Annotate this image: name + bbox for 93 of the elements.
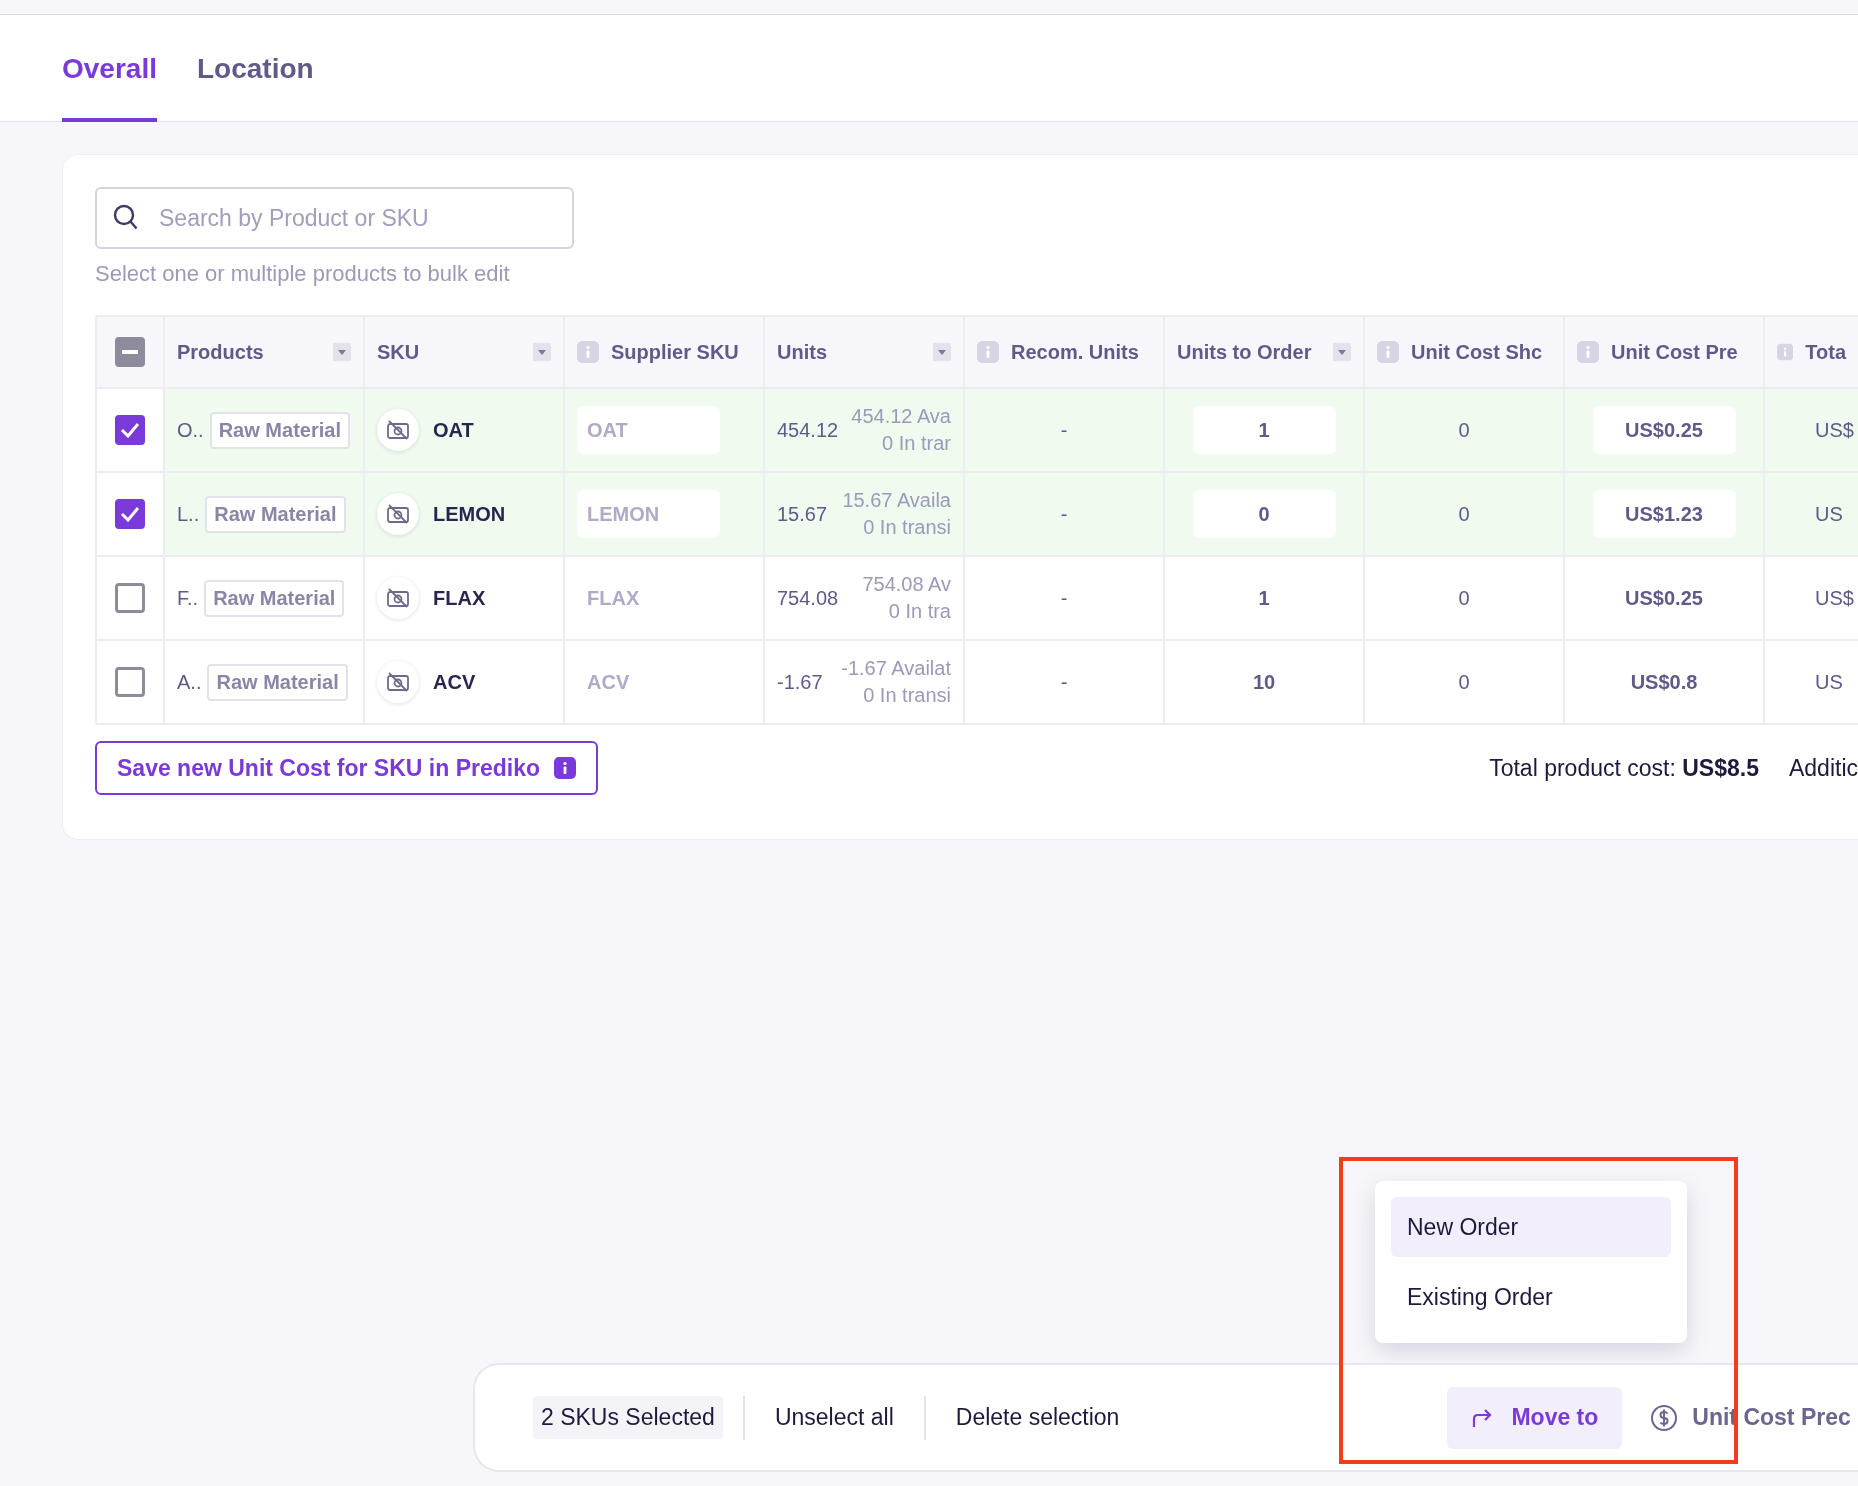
row-checkbox[interactable]: [115, 583, 145, 613]
product-name: O..: [177, 418, 204, 442]
units-value: 754.08: [777, 586, 839, 610]
unit-cost: 0: [1458, 586, 1470, 610]
unit-cost-price: US$0.25: [1625, 586, 1703, 610]
check-icon: [120, 422, 140, 438]
sort-caret-icon: [933, 343, 951, 361]
available-units: 454.12 Ava: [851, 404, 951, 429]
info-icon: [1577, 341, 1599, 363]
recommended-units: -: [1060, 502, 1068, 526]
category-tag: Raw Material: [204, 579, 345, 617]
selection-count: 2 SKUs Selected: [533, 1396, 723, 1439]
units-to-order-field[interactable]: 1: [1192, 406, 1336, 454]
sort-caret-icon: [1333, 343, 1351, 361]
column-header[interactable]: Units: [777, 340, 921, 364]
in-transit-units: 0 In transi: [863, 515, 951, 540]
info-icon: [1377, 341, 1399, 363]
sku-code: OAT: [433, 418, 474, 442]
category-tag: Raw Material: [207, 663, 348, 701]
units-to-order-field[interactable]: 0: [1192, 490, 1336, 538]
sku-code: FLAX: [433, 586, 486, 610]
info-icon: [577, 341, 599, 363]
product-name: A..: [177, 670, 202, 694]
column-header[interactable]: Products: [177, 340, 321, 364]
unit-cost-price-field[interactable]: US$0.25: [1592, 406, 1736, 454]
category-tag: Raw Material: [209, 411, 350, 449]
available-units: 15.67 Availa: [842, 488, 951, 513]
recommended-units: -: [1060, 670, 1068, 694]
info-icon: [977, 341, 999, 363]
supplier-sku: FLAX: [586, 586, 640, 610]
total-cost: US$: [1815, 586, 1854, 610]
row-checkbox[interactable]: [115, 667, 145, 697]
no-image-icon: [377, 409, 419, 451]
column-header[interactable]: Supplier SKU: [611, 340, 751, 364]
additional-cost-label: Additic: [1788, 754, 1858, 782]
units-to-order: 10: [1252, 670, 1276, 694]
total-product-cost: Total product cost: US$8.5: [1489, 754, 1759, 782]
available-units: -1.67 Availat: [841, 656, 951, 681]
units-value: 454.12: [777, 418, 839, 442]
product-name: L..: [177, 502, 200, 526]
save-unit-cost-button[interactable]: Save new Unit Cost for SKU in Prediko: [95, 741, 599, 795]
info-icon: [1777, 341, 1794, 363]
select-all-checkbox[interactable]: [115, 337, 145, 367]
in-transit-units: 0 In tra: [888, 599, 951, 624]
minus-icon: [122, 350, 138, 354]
move-to-button[interactable]: Move to: [1447, 1386, 1623, 1449]
row-checkbox[interactable]: [115, 499, 145, 529]
recommended-units: -: [1060, 586, 1068, 610]
units-to-order: 1: [1258, 586, 1270, 610]
delete-selection-button[interactable]: Delete selection: [945, 1404, 1130, 1431]
menu-item[interactable]: New Order: [1391, 1197, 1671, 1257]
no-image-icon: [377, 493, 419, 535]
tab[interactable]: Location: [196, 15, 314, 122]
available-units: 754.08 Av: [862, 572, 951, 597]
sku-code: ACV: [433, 670, 476, 694]
supplier-sku: ACV: [586, 670, 630, 694]
unit-cost-price-field[interactable]: US$1.23: [1592, 490, 1736, 538]
column-header[interactable]: Unit Cost Pre: [1611, 340, 1751, 364]
unit-cost: 0: [1458, 418, 1470, 442]
unselect-all-button[interactable]: Unselect all: [764, 1404, 904, 1431]
unit-cost: 0: [1458, 502, 1470, 526]
search-field[interactable]: Search by Product or SKU: [95, 187, 574, 249]
unit-cost-button[interactable]: Unit Cost Prec: [1650, 1403, 1851, 1432]
recommended-units: -: [1060, 418, 1068, 442]
unit-cost: 0: [1458, 670, 1470, 694]
unit-cost-price: US$0.8: [1630, 670, 1698, 694]
column-header[interactable]: Recom. Units: [1011, 340, 1151, 364]
sku-code: LEMON: [433, 502, 506, 526]
dollar-circle-icon: [1650, 1403, 1679, 1432]
in-transit-units: 0 In trar: [882, 431, 951, 456]
units-value: 15.67: [777, 502, 828, 526]
column-header[interactable]: Tota: [1805, 340, 1846, 364]
forward-arrow-icon: [1471, 1406, 1494, 1429]
total-cost: US: [1815, 670, 1843, 694]
column-header[interactable]: Unit Cost Shc: [1411, 340, 1551, 364]
column-header[interactable]: SKU: [377, 340, 521, 364]
total-cost: US$: [1815, 418, 1854, 442]
sort-caret-icon: [533, 343, 551, 361]
sort-caret-icon: [333, 343, 351, 361]
info-icon: [554, 757, 577, 779]
row-checkbox[interactable]: [115, 415, 145, 445]
no-image-icon: [377, 577, 419, 619]
in-transit-units: 0 In transi: [863, 683, 951, 708]
units-value: -1.67: [777, 670, 823, 694]
no-image-icon: [377, 661, 419, 703]
column-header[interactable]: Units to Order: [1177, 340, 1321, 364]
product-name: F..: [177, 586, 199, 610]
search-icon: [113, 204, 139, 232]
tab[interactable]: Overall: [62, 15, 157, 122]
total-cost: US: [1815, 502, 1843, 526]
helper-text: Select one or multiple products to bulk edit: [95, 261, 510, 286]
category-tag: Raw Material: [205, 495, 346, 533]
check-icon: [120, 506, 140, 522]
